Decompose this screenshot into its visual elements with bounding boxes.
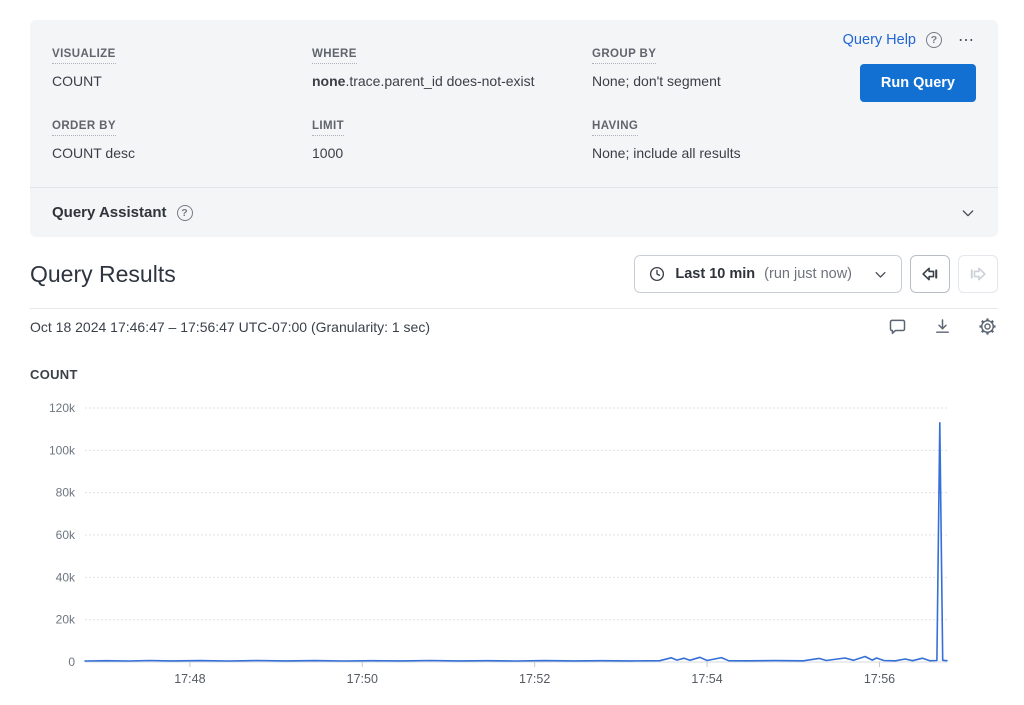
clause-where[interactable]: WHERE none.trace.parent_id does-not-exis… — [312, 44, 592, 89]
x-tick-label: 17:52 — [519, 672, 550, 686]
y-tick-label: 80k — [56, 486, 76, 500]
x-tick-label: 17:50 — [347, 672, 378, 686]
y-tick-label: 100k — [49, 443, 76, 457]
clause-visualize[interactable]: VISUALIZE COUNT — [52, 44, 312, 89]
results-meta-row: Oct 18 2024 17:46:47 – 17:56:47 UTC-07:0… — [30, 316, 998, 337]
chart-title: COUNT — [30, 367, 78, 382]
time-range-dropdown[interactable]: Last 10 min (run just now) — [634, 255, 902, 293]
time-range-suffix: (run just now) — [764, 266, 852, 282]
x-tick-label: 17:48 — [174, 672, 205, 686]
results-header: Query Results Last 10 min (run just now) — [30, 255, 998, 309]
count-chart[interactable]: 0 20k 40k 60k 80k 100k 120k 17:48 17:50 17:52 17:5… — [18, 388, 1010, 705]
where-label: WHERE — [312, 48, 357, 64]
query-builder: VISUALIZE COUNT WHERE none.trace.parent_… — [30, 20, 998, 187]
clause-order-by[interactable]: ORDER BY COUNT desc — [52, 116, 312, 161]
chevron-down-icon — [873, 267, 888, 282]
clause-having[interactable]: HAVING None; include all results — [592, 116, 976, 161]
where-value-operator: .trace.parent_id does-not-exist — [345, 73, 534, 89]
query-assistant-bar[interactable]: Query Assistant ? — [30, 187, 998, 237]
query-builder-card: VISUALIZE COUNT WHERE none.trace.parent_… — [30, 20, 998, 237]
download-icon[interactable] — [932, 316, 953, 337]
query-assistant-left: Query Assistant ? — [52, 204, 193, 221]
query-help-link[interactable]: Query Help — [843, 32, 916, 48]
count-series-line — [85, 423, 947, 661]
order-by-label: ORDER BY — [52, 120, 116, 136]
results-title: Query Results — [30, 261, 176, 288]
arrow-right-bar-icon — [967, 263, 989, 285]
settings-gear-icon[interactable] — [977, 316, 998, 337]
results-meta-icons — [887, 316, 998, 337]
limit-value[interactable]: 1000 — [312, 145, 592, 161]
query-clause-grid: VISUALIZE COUNT WHERE none.trace.parent_… — [52, 44, 976, 161]
chevron-down-icon[interactable] — [960, 205, 976, 221]
y-tick-label: 0 — [68, 655, 75, 669]
y-tick-label: 60k — [56, 528, 76, 542]
date-range-text: Oct 18 2024 17:46:47 – 17:56:47 UTC-07:0… — [30, 319, 430, 335]
query-assistant-title: Query Assistant — [52, 204, 167, 221]
time-range-label: Last 10 min — [675, 266, 755, 282]
count-chart-svg: 0 20k 40k 60k 80k 100k 120k 17:48 17:50 17:52 17:5… — [18, 388, 1010, 700]
y-tick-label: 40k — [56, 570, 76, 584]
help-icon[interactable]: ? — [926, 32, 942, 48]
visualize-value[interactable]: COUNT — [52, 73, 312, 89]
previous-query-button[interactable] — [910, 255, 950, 293]
query-help-row: Query Help ? ⋯ — [843, 30, 976, 50]
visualize-label: VISUALIZE — [52, 48, 116, 64]
y-tick-label: 20k — [56, 613, 76, 627]
limit-label: LIMIT — [312, 120, 344, 136]
next-query-button[interactable] — [958, 255, 998, 293]
arrow-left-bar-icon — [919, 263, 941, 285]
where-value-column: none — [312, 73, 345, 89]
y-tick-label: 120k — [49, 401, 76, 415]
order-by-value[interactable]: COUNT desc — [52, 145, 312, 161]
assistant-help-icon[interactable]: ? — [177, 205, 193, 221]
x-tick-label: 17:56 — [864, 672, 895, 686]
clock-icon — [648, 265, 666, 283]
query-actions: Query Help ? ⋯ Run Query — [843, 30, 976, 102]
having-value[interactable]: None; include all results — [592, 145, 976, 161]
results-header-controls: Last 10 min (run just now) — [634, 255, 998, 293]
having-label: HAVING — [592, 120, 638, 136]
run-query-button[interactable]: Run Query — [860, 64, 976, 102]
where-value[interactable]: none.trace.parent_id does-not-exist — [312, 73, 592, 89]
x-tick-label: 17:54 — [691, 672, 722, 686]
comment-icon[interactable] — [887, 316, 908, 337]
group-by-label: GROUP BY — [592, 48, 656, 64]
overflow-menu-icon[interactable]: ⋯ — [958, 30, 976, 50]
clause-limit[interactable]: LIMIT 1000 — [312, 116, 592, 161]
